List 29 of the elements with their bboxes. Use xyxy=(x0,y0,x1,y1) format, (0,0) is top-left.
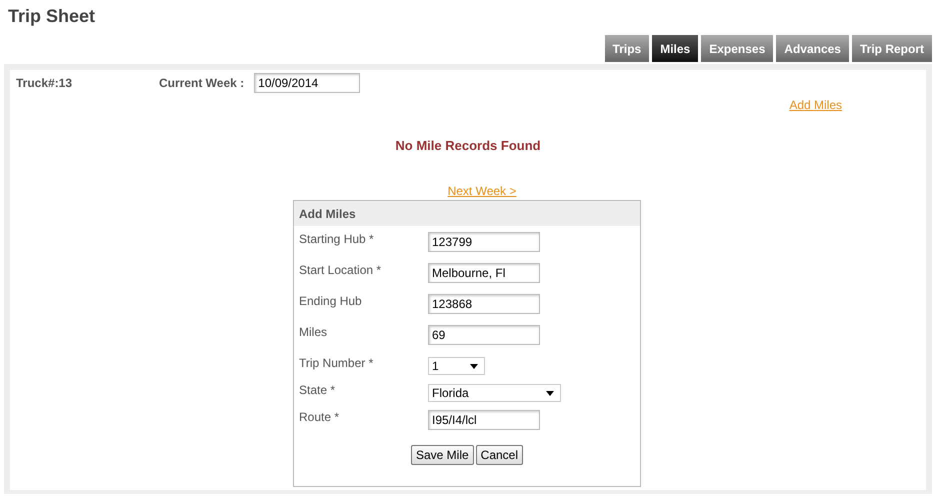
page-title: Trip Sheet xyxy=(7,5,96,28)
week-label: Current Week : xyxy=(159,76,244,90)
text-field[interactable]: 69 xyxy=(428,325,540,345)
field-label: Route * xyxy=(299,410,340,424)
caret-icon xyxy=(470,364,478,368)
form-button[interactable]: Save Mile xyxy=(410,445,474,465)
select-field[interactable]: Florida xyxy=(428,384,561,402)
nav-tab[interactable]: Miles xyxy=(652,35,698,62)
field-label: Trip Number * xyxy=(299,356,374,370)
form-button[interactable]: Cancel xyxy=(476,445,524,465)
text-field[interactable]: 123799 xyxy=(428,232,540,252)
field-label: Start Location * xyxy=(299,263,382,277)
empty-message: No Mile Records Found xyxy=(394,138,542,153)
nav-tab[interactable]: Advances xyxy=(776,35,849,62)
text-field[interactable]: Melbourne, Fl xyxy=(428,263,540,283)
field-label: Miles xyxy=(299,325,328,339)
field-label: Ending Hub xyxy=(299,294,363,308)
nav-tab[interactable]: Trips xyxy=(604,35,650,62)
nav-tab[interactable]: Expenses xyxy=(701,35,774,62)
nav-tab[interactable]: Trip Report xyxy=(852,35,932,62)
select-field[interactable]: 1 xyxy=(428,357,485,375)
caret-icon xyxy=(546,390,554,396)
form-title: Add Miles xyxy=(294,201,640,226)
text-field[interactable]: 123868 xyxy=(428,294,540,314)
text-field[interactable]: I95/I4/lcl xyxy=(428,410,540,430)
field-label: Starting Hub * xyxy=(299,232,375,246)
truck-label: Truck#:13 xyxy=(16,76,74,90)
week-field[interactable]: 10/09/2014 xyxy=(254,73,360,93)
field-label: State * xyxy=(299,383,336,397)
